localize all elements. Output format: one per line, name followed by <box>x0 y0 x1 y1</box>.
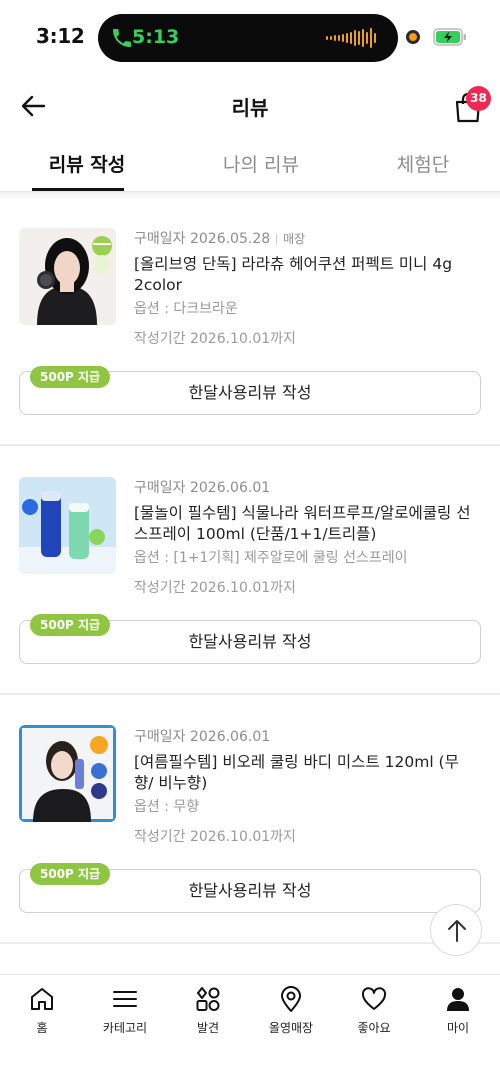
product-image <box>19 477 116 574</box>
nav-label: 마이 <box>446 1021 470 1035</box>
nav-label: 발견 <box>196 1021 220 1035</box>
tab-experience-group[interactable]: 체험단 <box>364 150 482 177</box>
purchase-date: 구매일자 2026.06.01 <box>134 480 271 496</box>
user-icon <box>447 988 469 1011</box>
review-tabs: 리뷰 작성 나의 리뷰 체험단 <box>0 138 500 192</box>
phone-icon <box>113 29 131 47</box>
product-thumbnail[interactable] <box>19 228 116 325</box>
review-period: 작성기간 2026.10.01까지 <box>134 829 296 845</box>
product-name[interactable]: [물놀이 필수템] 식물나라 워터프루프/알로에쿨링 선 스프레이 100ml … <box>134 503 474 545</box>
point-reward-badge: 500P 지급 <box>30 366 111 388</box>
product-option: 옵션 : [1+1기획] 제주알로에 쿨링 선스프레이 <box>134 550 408 566</box>
recording-indicator <box>406 30 420 44</box>
arrow-up-icon <box>448 920 466 942</box>
review-period: 작성기간 2026.10.01까지 <box>134 331 296 347</box>
status-time: 3:12 <box>36 24 85 48</box>
product-thumbnail[interactable] <box>19 725 116 822</box>
purchase-channel: 매장 <box>283 232 306 246</box>
item-divider <box>0 444 500 446</box>
nav-home[interactable]: 홈 <box>0 985 84 1036</box>
nav-label: 올영매장 <box>268 1021 314 1035</box>
active-tab-indicator <box>32 188 124 191</box>
product-option: 옵션 : 다크브라운 <box>134 301 238 317</box>
heart-icon <box>361 987 387 1010</box>
nav-my[interactable]: 마이 <box>416 985 500 1036</box>
nav-label: 좋아요 <box>357 1021 391 1035</box>
product-name[interactable]: [올리브영 단독] 라라츄 헤어쿠션 퍼펙트 미니 4g 2color <box>134 254 474 296</box>
tab-write-review[interactable]: 리뷰 작성 <box>28 150 146 177</box>
tab-shadow <box>0 192 500 200</box>
purchase-date: 구매일자 2026.05.28 <box>134 231 271 247</box>
nav-likes[interactable]: 좋아요 <box>332 985 416 1036</box>
point-reward-badge: 500P 지급 <box>30 614 111 636</box>
nav-label: 홈 <box>36 1021 48 1035</box>
item-divider <box>0 942 500 944</box>
cart-count-badge: 38 <box>466 86 491 111</box>
page-header: 리뷰 <box>0 74 500 138</box>
tab-my-reviews[interactable]: 나의 리뷰 <box>198 150 324 177</box>
review-period: 작성기간 2026.10.01까지 <box>134 580 296 596</box>
product-image <box>19 228 116 325</box>
item-divider <box>0 693 500 695</box>
status-bar: 3:12 5:13 <box>0 0 500 74</box>
point-reward-badge: 500P 지급 <box>30 863 111 885</box>
battery-charging-icon <box>433 28 466 46</box>
call-duration: 5:13 <box>132 26 180 48</box>
home-icon <box>31 988 53 1010</box>
purchase-info: 구매일자 2026.06.01 <box>134 726 270 746</box>
dynamic-island[interactable]: 5:13 <box>98 14 398 62</box>
nav-store[interactable]: 올영매장 <box>249 985 333 1036</box>
product-option: 옵션 : 무향 <box>134 799 200 815</box>
discover-icon <box>196 987 220 1011</box>
product-name[interactable]: [여름필수템] 비오레 쿨링 바디 미스트 120ml (무향/ 비누향) <box>134 752 474 794</box>
page-title: 리뷰 <box>231 96 269 120</box>
bottom-navigation: 홈 카테고리 발견 올영매장 좋아요 마이 <box>0 974 500 1083</box>
product-image <box>19 725 116 822</box>
product-thumbnail[interactable] <box>19 477 116 574</box>
audio-waveform-icon <box>326 28 376 48</box>
purchase-info: 구매일자 2026.05.28 매장 <box>134 228 305 248</box>
map-pin-icon <box>281 986 301 1012</box>
nav-discover[interactable]: 발견 <box>166 985 250 1036</box>
menu-icon <box>113 991 137 1007</box>
nav-category[interactable]: 카테고리 <box>83 985 167 1036</box>
nav-label: 카테고리 <box>102 1021 148 1035</box>
purchase-date: 구매일자 2026.06.01 <box>134 729 271 745</box>
purchase-info: 구매일자 2026.06.01 <box>134 477 270 497</box>
meta-divider <box>276 233 278 245</box>
scroll-to-top-button[interactable] <box>430 904 482 956</box>
